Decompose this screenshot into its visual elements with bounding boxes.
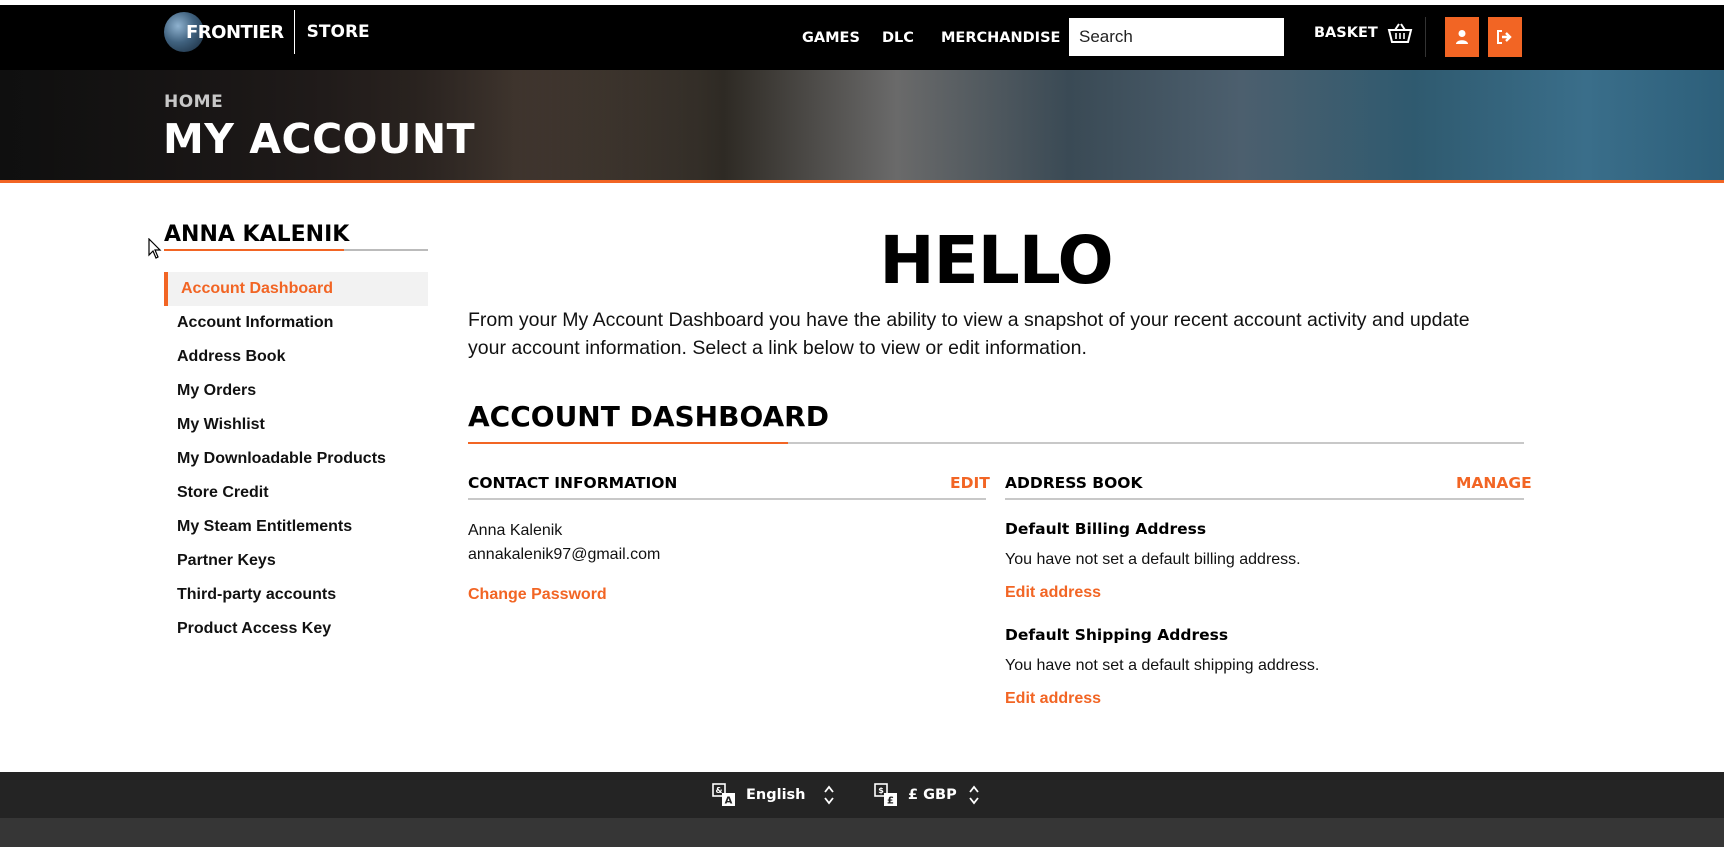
change-password-link[interactable]: Change Password [468, 586, 607, 604]
search-input[interactable] [1069, 18, 1284, 56]
sidebar-item-third-party-accounts[interactable]: Third-party accounts [164, 578, 428, 612]
select-arrows-icon [823, 785, 834, 805]
sidebar-item-account-information[interactable]: Account Information [164, 306, 428, 340]
store-text: STORE [306, 22, 370, 42]
shipping-address-text: You have not set a default shipping addr… [1005, 657, 1320, 674]
currency-icon: £ $ [874, 783, 897, 807]
contact-email: annakalenik97@gmail.com [468, 546, 661, 563]
sidebar-item-account-dashboard[interactable]: Account Dashboard [164, 272, 428, 306]
sidebar-item-store-credit[interactable]: Store Credit [164, 476, 428, 510]
select-arrows-icon [969, 785, 979, 805]
sidebar-item-downloadable-products[interactable]: My Downloadable Products [164, 442, 428, 476]
edit-billing-address-link[interactable]: Edit address [1005, 584, 1101, 602]
logo-divider [293, 10, 295, 54]
footer-bottom [0, 818, 1724, 847]
page-title: MY ACCOUNT [163, 115, 476, 163]
currency-label: £ GBP [908, 787, 957, 803]
breadcrumb-home[interactable]: HOME [164, 92, 223, 112]
sidebar-item-my-wishlist[interactable]: My Wishlist [164, 408, 428, 442]
dashboard-intro-text: From your My Account Dashboard you have … [468, 309, 1470, 359]
sidebar-rule-accent [164, 249, 344, 251]
address-book-rule [1005, 498, 1524, 500]
language-icon: A & [712, 783, 735, 807]
contact-information-heading: CONTACT INFORMATION [468, 474, 678, 492]
basket-label: BASKET [1314, 25, 1378, 41]
edit-shipping-address-link[interactable]: Edit address [1005, 690, 1101, 708]
billing-address-text: You have not set a default billing addre… [1005, 551, 1301, 568]
basket-icon [1387, 23, 1413, 43]
account-dashboard-heading: ACCOUNT DASHBOARD [468, 400, 829, 433]
svg-text:£: £ [887, 796, 894, 807]
svg-text:&: & [716, 786, 723, 795]
nav-games[interactable]: GAMES [802, 30, 860, 46]
language-label: English [746, 787, 806, 803]
mouse-cursor-icon [148, 238, 162, 259]
default-billing-heading: Default Billing Address [1005, 520, 1207, 538]
contact-box-rule [468, 498, 986, 500]
frontier-store-logo[interactable]: FRONTIER STORE [164, 10, 370, 54]
dashboard-rule-accent [468, 442, 788, 444]
contact-name: Anna Kalenik [468, 522, 563, 539]
banner-accent-line [0, 180, 1724, 183]
basket-button[interactable]: BASKET [1314, 22, 1413, 44]
address-book-manage-link[interactable]: MANAGE [1456, 474, 1532, 492]
logout-icon [1497, 30, 1512, 44]
account-button[interactable] [1445, 17, 1479, 57]
account-user-name: ANNA KALENIK [164, 222, 350, 247]
nav-dlc[interactable]: DLC [882, 30, 914, 46]
default-shipping-heading: Default Shipping Address [1005, 626, 1229, 644]
sidebar-item-partner-keys[interactable]: Partner Keys [164, 544, 428, 578]
sidebar-item-product-access-key[interactable]: Product Access Key [164, 612, 428, 646]
svg-text:$: $ [878, 786, 884, 795]
sidebar-item-my-orders[interactable]: My Orders [164, 374, 428, 408]
user-icon [1456, 30, 1468, 44]
logout-button[interactable] [1488, 17, 1522, 57]
account-sidebar-menu: Account Dashboard Account Information Ad… [164, 272, 428, 646]
sidebar-item-steam-entitlements[interactable]: My Steam Entitlements [164, 510, 428, 544]
logo-text: FRONTIER [186, 21, 284, 43]
header-divider [1425, 17, 1426, 57]
sidebar-item-address-book[interactable]: Address Book [164, 340, 428, 374]
hello-heading: HELLO [879, 222, 1113, 299]
svg-text:A: A [725, 796, 733, 807]
currency-selector[interactable]: £ $ £ GBP [874, 780, 979, 810]
nav-merchandise[interactable]: MERCHANDISE [941, 30, 1060, 46]
language-selector[interactable]: A & English [712, 780, 834, 810]
footer-bar [0, 772, 1724, 818]
contact-edit-link[interactable]: EDIT [950, 474, 990, 492]
address-book-heading: ADDRESS BOOK [1005, 474, 1143, 492]
